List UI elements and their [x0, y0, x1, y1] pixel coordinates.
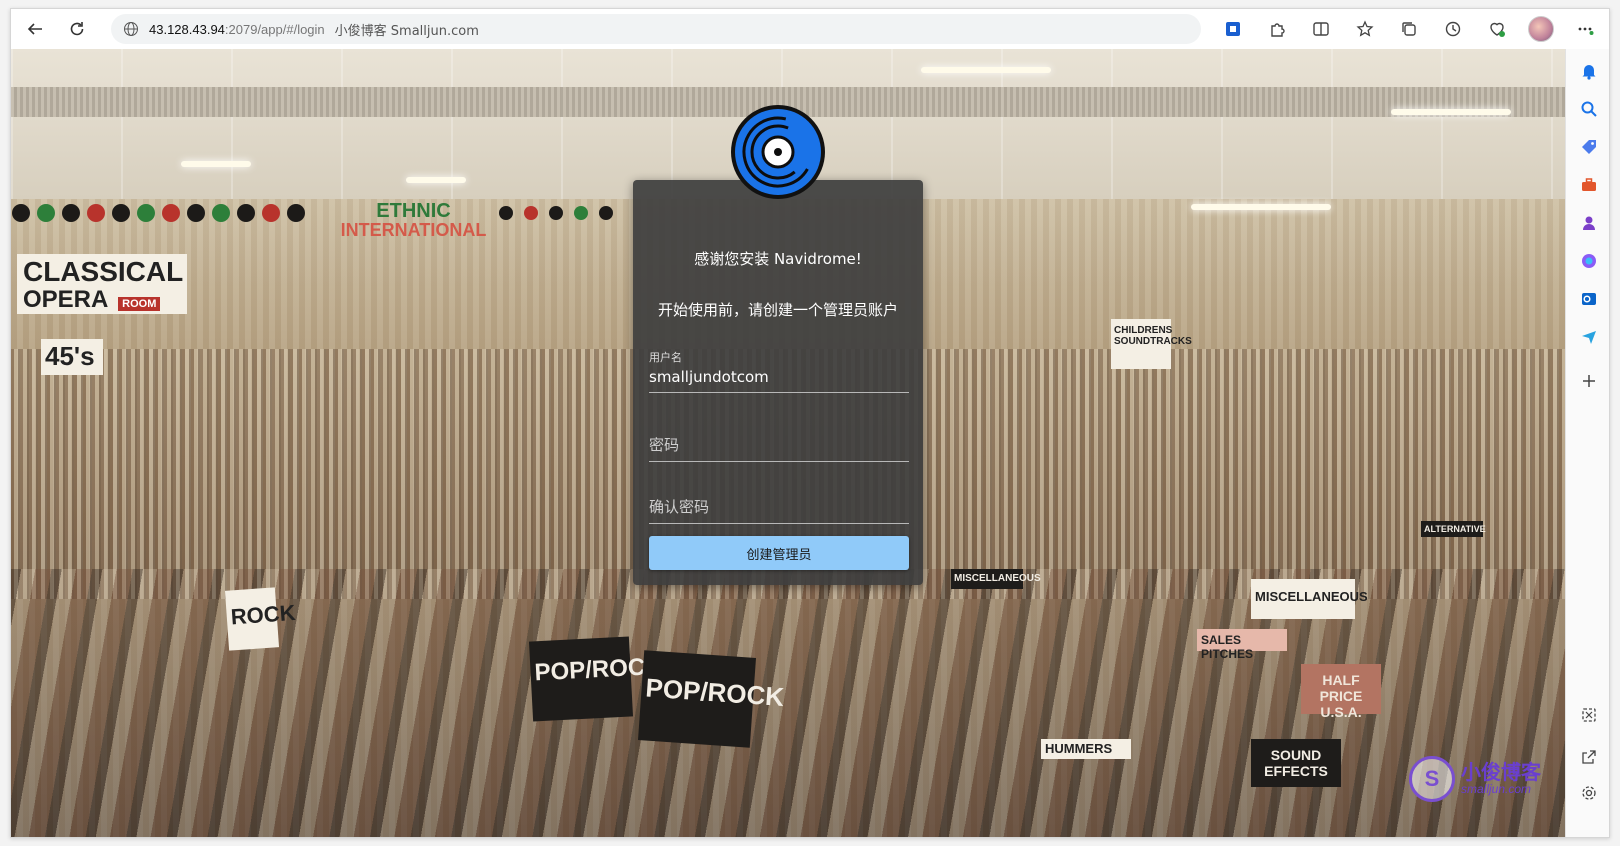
url-host: 43.128.43.94: [149, 21, 225, 37]
history-icon[interactable]: [1431, 13, 1475, 45]
search-icon[interactable]: [1577, 97, 1601, 121]
collections-icon[interactable]: [1387, 13, 1431, 45]
watermark-cn: 小俊博客: [1461, 760, 1541, 785]
url-path: :2079/app/#/login: [224, 21, 325, 37]
navidrome-page: CLASSICAL OPERA ROOM ETHNIC INTERNATIONA…: [11, 49, 1565, 837]
sign-rock: ROCK: [224, 587, 296, 651]
sign-opera: OPERA: [23, 286, 108, 313]
ceiling-light: [921, 67, 1051, 73]
extensions-icon[interactable]: [1255, 13, 1299, 45]
toolbar-icons: [1211, 13, 1607, 45]
sign-international: INTERNATIONAL: [340, 220, 487, 240]
sign-half-price: HALF PRICE U.S.A.: [1301, 664, 1381, 720]
sign-poprock-2: POP/ROCK: [637, 650, 785, 748]
settings-icon[interactable]: [1577, 781, 1601, 805]
watermark-logo: S: [1409, 756, 1455, 802]
sign-childrens: CHILDRENS SOUNDTRACKS: [1111, 319, 1192, 369]
send-icon[interactable]: [1577, 325, 1601, 349]
external-link-icon[interactable]: [1577, 745, 1601, 769]
copilot-icon[interactable]: [1577, 249, 1601, 273]
back-arrow-icon: [27, 23, 42, 35]
address-bar[interactable]: 43.128.43.94 :2079/app/#/login 小俊博客 Smal…: [111, 14, 1201, 44]
password-field[interactable]: 密码: [649, 430, 909, 462]
sign-ethnic: ETHNIC: [376, 200, 451, 222]
sign-miscellaneous-2: MISCELLANEOUS: [1251, 579, 1368, 619]
games-icon[interactable]: [1577, 211, 1601, 235]
bell-icon[interactable]: [1577, 59, 1601, 83]
sign-sales-pitches: SALES PITCHES: [1197, 629, 1287, 661]
create-admin-button[interactable]: 创建管理员: [649, 536, 909, 570]
sign-ethnic-international: ETHNIC INTERNATIONAL: [331, 201, 496, 241]
sign-classical: CLASSICAL: [23, 256, 184, 287]
sign-sound-effects: SOUND EFFECTS: [1251, 739, 1341, 787]
performance-icon[interactable]: [1475, 13, 1519, 45]
ceiling-light: [1391, 109, 1511, 115]
login-card: 感谢您安装 Navidrome! 开始使用前，请创建一个管理员账户 用户名 sm…: [633, 180, 923, 585]
refresh-icon: [70, 22, 84, 36]
browser-window: 43.128.43.94 :2079/app/#/login 小俊博客 Smal…: [10, 8, 1610, 838]
avatar: [1528, 16, 1554, 42]
extension-badge-icon[interactable]: [1211, 13, 1255, 45]
confirm-password-input[interactable]: 确认密码: [649, 492, 909, 524]
sign-poprock-1: POP/ROCK: [528, 636, 663, 722]
confirm-password-field[interactable]: 确认密码: [649, 492, 909, 524]
sign-hummers: HUMMERS: [1041, 739, 1131, 759]
toolbox-icon[interactable]: [1577, 173, 1601, 197]
globe-icon: [124, 22, 138, 36]
sign-classical-opera: CLASSICAL OPERA ROOM: [17, 254, 187, 314]
navidrome-logo-icon: [731, 105, 825, 199]
sign-room: ROOM: [118, 297, 161, 311]
record-row-decor: [12, 204, 613, 222]
sign-45s: 45's: [41, 339, 103, 375]
page-title: 小俊博客 Smalljun.com: [334, 23, 479, 39]
shopping-tag-icon[interactable]: [1577, 135, 1601, 159]
welcome-text: 感谢您安装 Navidrome!: [694, 250, 862, 268]
profile-avatar[interactable]: [1519, 13, 1563, 45]
ceiling-light: [181, 161, 251, 167]
watermark-text: 小俊博客 smalljun.com: [1461, 761, 1541, 796]
more-menu-icon[interactable]: [1563, 13, 1607, 45]
browser-sidebar: [1565, 49, 1609, 837]
setup-instruction: 开始使用前，请创建一个管理员账户: [657, 301, 898, 319]
back-button[interactable]: [17, 11, 53, 47]
username-input[interactable]: smalljundotcom: [649, 365, 909, 393]
username-label: 用户名: [649, 351, 682, 364]
ceiling-light: [406, 177, 466, 183]
ceiling-light: [1191, 204, 1331, 210]
outlook-icon[interactable]: [1577, 287, 1601, 311]
sign-alternative: ALTERNATIVE: [1421, 521, 1486, 537]
browser-toolbar: 43.128.43.94 :2079/app/#/login 小俊博客 Smal…: [11, 9, 1609, 49]
split-screen-icon[interactable]: [1299, 13, 1343, 45]
screenshot-icon[interactable]: [1577, 703, 1601, 727]
favorites-icon[interactable]: [1343, 13, 1387, 45]
watermark-en: smalljun.com: [1461, 782, 1532, 797]
username-field[interactable]: 用户名 smalljundotcom: [649, 349, 909, 393]
password-input[interactable]: 密码: [649, 430, 909, 462]
smalljun-watermark: S 小俊博客 smalljun.com: [1409, 749, 1569, 809]
sign-miscellaneous-1: MISCELLANEOUS: [951, 569, 1041, 589]
refresh-button[interactable]: [59, 11, 95, 47]
add-icon[interactable]: [1577, 369, 1601, 393]
